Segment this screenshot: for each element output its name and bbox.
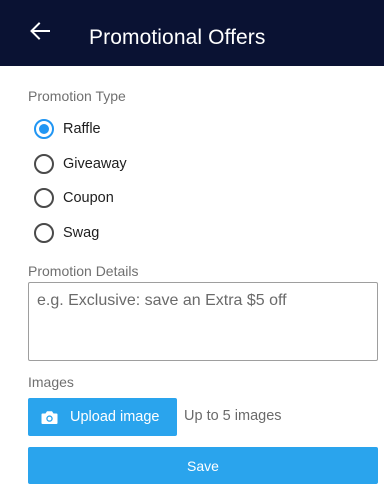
radio-button[interactable] xyxy=(34,223,54,243)
radio-label: Coupon xyxy=(63,190,114,206)
radio-button[interactable] xyxy=(34,119,54,139)
radio-option-raffle[interactable]: Raffle xyxy=(34,118,101,140)
radio-label: Giveaway xyxy=(63,156,127,172)
promotion-details-field[interactable] xyxy=(28,282,378,361)
radio-button[interactable] xyxy=(34,188,54,208)
back-button[interactable] xyxy=(28,19,52,43)
page-title: Promotional Offers xyxy=(89,26,266,49)
promotion-details-input[interactable] xyxy=(37,292,369,351)
upload-image-button[interactable]: Upload image xyxy=(28,398,177,436)
arrow-left-icon xyxy=(30,22,50,40)
images-label: Images xyxy=(28,374,74,390)
radio-button[interactable] xyxy=(34,154,54,174)
radio-option-giveaway[interactable]: Giveaway xyxy=(34,153,127,175)
promotion-details-label: Promotion Details xyxy=(28,263,139,279)
radio-option-swag[interactable]: Swag xyxy=(34,222,99,244)
upload-image-label: Upload image xyxy=(70,409,160,425)
radio-label: Swag xyxy=(63,225,100,241)
radio-label: Raffle xyxy=(63,121,101,137)
radio-option-coupon[interactable]: Coupon xyxy=(34,187,114,209)
promotion-type-label: Promotion Type xyxy=(28,88,126,104)
save-button[interactable]: Save xyxy=(28,447,378,484)
app-bar: Promotional Offers xyxy=(0,0,384,66)
camera-icon xyxy=(41,409,58,426)
upload-limit-hint: Up to 5 images xyxy=(184,408,282,424)
radio-selected-dot xyxy=(39,124,49,134)
